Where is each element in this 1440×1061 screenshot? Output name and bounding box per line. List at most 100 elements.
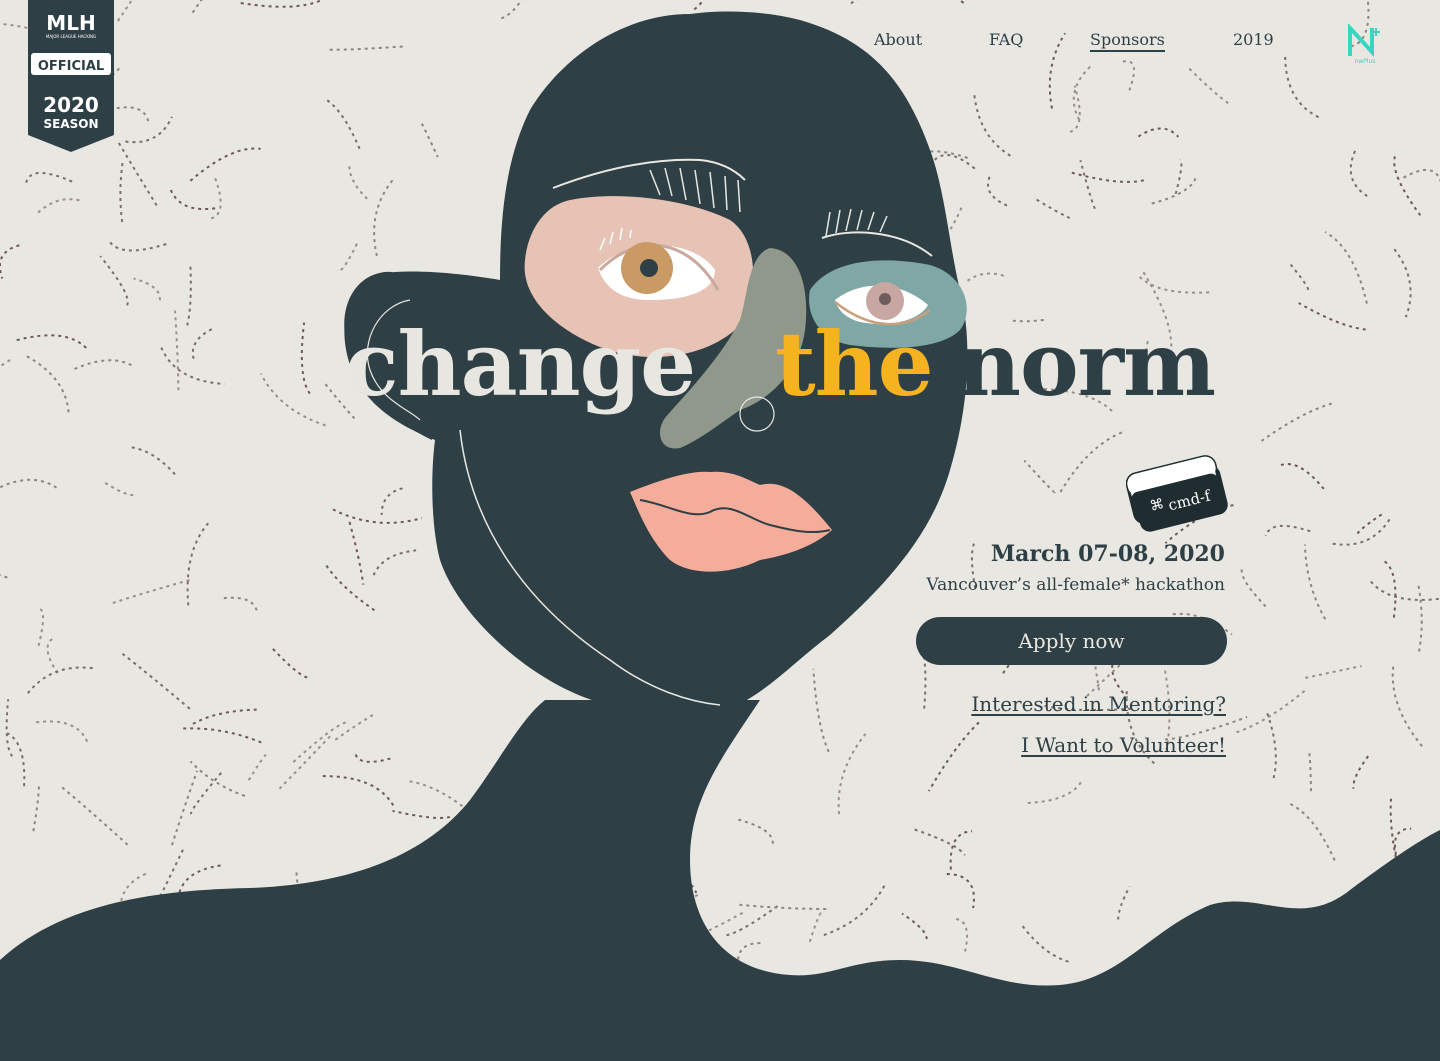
hair-stroke <box>1240 569 1269 610</box>
event-date: March 07-08, 2020 <box>990 541 1225 567</box>
hair-stroke <box>192 708 257 725</box>
hair-stroke <box>1264 524 1311 537</box>
hair-stroke <box>174 310 180 391</box>
hair-stroke <box>334 712 377 741</box>
hair-stroke <box>1280 463 1327 493</box>
hair-stroke <box>131 446 178 477</box>
nav-faq[interactable]: FAQ <box>989 30 1023 49</box>
badge-subtitle: MAJOR LEAGUE HACKING <box>46 34 96 39</box>
hair-stroke <box>1349 150 1369 198</box>
hair-stroke <box>191 0 203 14</box>
hair-stroke <box>32 782 40 832</box>
hair-stroke <box>0 358 11 368</box>
nav-sponsors[interactable]: Sponsors <box>1090 30 1165 52</box>
hair-stroke <box>823 882 887 937</box>
hair-stroke <box>421 123 439 158</box>
hair-stroke <box>326 99 361 150</box>
badge-brand: MLH <box>46 11 95 35</box>
hair-stroke <box>247 753 267 782</box>
hair-stroke <box>189 760 246 797</box>
hair-stroke <box>1079 159 1096 210</box>
left-pupil <box>640 259 658 277</box>
hair-stroke <box>119 162 124 223</box>
hair-stroke <box>186 522 210 610</box>
hair-stroke <box>1303 544 1327 620</box>
hair-stroke <box>1356 513 1383 536</box>
cmd-f-key-logo: ⌘ cmd-f <box>1126 455 1228 532</box>
hair-stroke <box>1233 690 1306 734</box>
hair-stroke <box>1417 584 1423 652</box>
hair-stroke <box>1391 666 1423 747</box>
apply-now-button[interactable]: Apply now <box>916 617 1227 665</box>
mlh-badge[interactable]: MLH MAJOR LEAGUE HACKING OFFICIAL 2020 S… <box>28 0 114 152</box>
hair-stroke <box>722 905 779 937</box>
hair-stroke <box>325 565 376 612</box>
hair-stroke <box>260 373 326 427</box>
hair-stroke <box>1117 885 1131 920</box>
hair-stroke <box>116 139 158 206</box>
hair-stroke <box>1393 248 1412 318</box>
hair-stroke <box>0 574 8 579</box>
hair-stroke <box>332 508 423 524</box>
hair-stroke <box>693 0 705 11</box>
badge-official: OFFICIAL <box>38 59 104 74</box>
hair-stroke <box>1048 32 1066 109</box>
hair-stroke <box>1286 801 1336 861</box>
hair-stroke <box>223 596 259 613</box>
hair-stroke <box>1188 67 1232 106</box>
hair-stroke <box>37 608 45 648</box>
hair-stroke <box>914 828 966 856</box>
hair-stroke <box>1138 275 1210 294</box>
volunteer-link[interactable]: I Want to Volunteer! <box>1021 733 1226 757</box>
hair-stroke <box>1086 660 1125 697</box>
hair-stroke <box>354 754 392 763</box>
hair-stroke <box>6 732 26 787</box>
hair-stroke <box>320 775 395 806</box>
hair-stroke <box>500 0 523 20</box>
hair-stroke <box>133 277 161 301</box>
mentoring-link[interactable]: Interested in Mentoring? <box>971 692 1226 716</box>
hair-stroke <box>812 668 830 753</box>
hair-stroke <box>1298 302 1366 331</box>
hair-stroke <box>1122 60 1135 94</box>
hair-stroke <box>103 481 134 496</box>
hair-stroke <box>1174 158 1183 195</box>
hair-stroke <box>24 666 93 697</box>
hair-stroke <box>108 241 167 252</box>
nav-2019[interactable]: 2019 <box>1233 30 1274 49</box>
hair-stroke <box>1324 231 1368 304</box>
hair-stroke <box>240 0 322 8</box>
hair-stroke <box>99 255 129 306</box>
hair-stroke <box>373 179 394 260</box>
page: MLH MAJOR LEAGUE HACKING OFFICIAL 2020 S… <box>0 0 1440 1061</box>
headline-word-norm: norm <box>957 312 1216 416</box>
hair-stroke <box>116 0 133 22</box>
hair-stroke <box>808 912 822 943</box>
hair-stroke <box>1261 402 1332 442</box>
hair-stroke <box>1381 559 1397 618</box>
headline-word-change: change <box>345 312 696 416</box>
hair-stroke <box>336 243 358 273</box>
right-pupil <box>879 293 891 305</box>
hair-stroke <box>932 154 976 170</box>
hair-stroke <box>109 106 150 123</box>
hair-stroke <box>61 786 131 848</box>
hair-stroke <box>372 549 417 576</box>
hair-stroke <box>955 918 968 955</box>
hair-stroke <box>1304 665 1362 679</box>
hair-stroke <box>1137 127 1180 138</box>
hair-stroke <box>1059 430 1124 493</box>
hair-stroke <box>207 177 222 220</box>
hair-stroke <box>1393 156 1422 216</box>
hair-stroke <box>25 354 70 413</box>
hair-stroke <box>1266 712 1277 782</box>
hair-stroke <box>1035 198 1071 219</box>
nav-about[interactable]: About <box>874 30 922 49</box>
hair-stroke <box>392 809 451 819</box>
hair-stroke <box>1352 755 1370 789</box>
hair-stroke <box>46 638 60 676</box>
nwplus-logo[interactable]: nwPlus <box>1342 22 1388 68</box>
hair-stroke <box>160 347 225 385</box>
hair-stroke <box>191 328 213 362</box>
hair-stroke <box>1289 263 1310 291</box>
